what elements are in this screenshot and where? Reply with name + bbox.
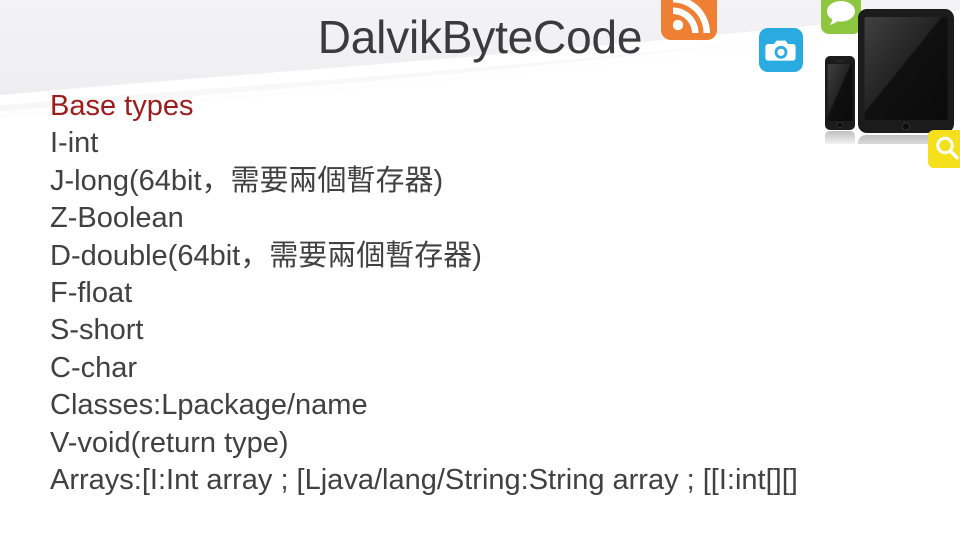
slide-body: Base types I-int J-long(64bit，需要兩個暫存器) Z… xyxy=(50,88,940,499)
body-heading: Base types xyxy=(50,90,194,122)
body-line-void: V-void(return type) xyxy=(50,426,289,459)
body-line-double: D-double(64bit，需要兩個暫存器) xyxy=(50,239,482,272)
body-line-arrays: Arrays:[I:Int array ; [Ljava/lang/String… xyxy=(50,464,798,497)
body-line-long: J-long(64bit，需要兩個暫存器) xyxy=(50,164,444,197)
rss-icon xyxy=(661,0,717,40)
body-line-short: S-short xyxy=(50,314,144,347)
body-line-int: I-int xyxy=(50,127,99,160)
body-line-char: C-char xyxy=(50,351,138,384)
slide-title: DalvikByteCode xyxy=(317,11,643,63)
body-line-float: F-float xyxy=(50,277,133,310)
body-line-boolean: Z-Boolean xyxy=(50,202,184,235)
body-line-classes: Classes:Lpackage/name xyxy=(50,389,368,422)
camera-icon xyxy=(759,28,803,72)
